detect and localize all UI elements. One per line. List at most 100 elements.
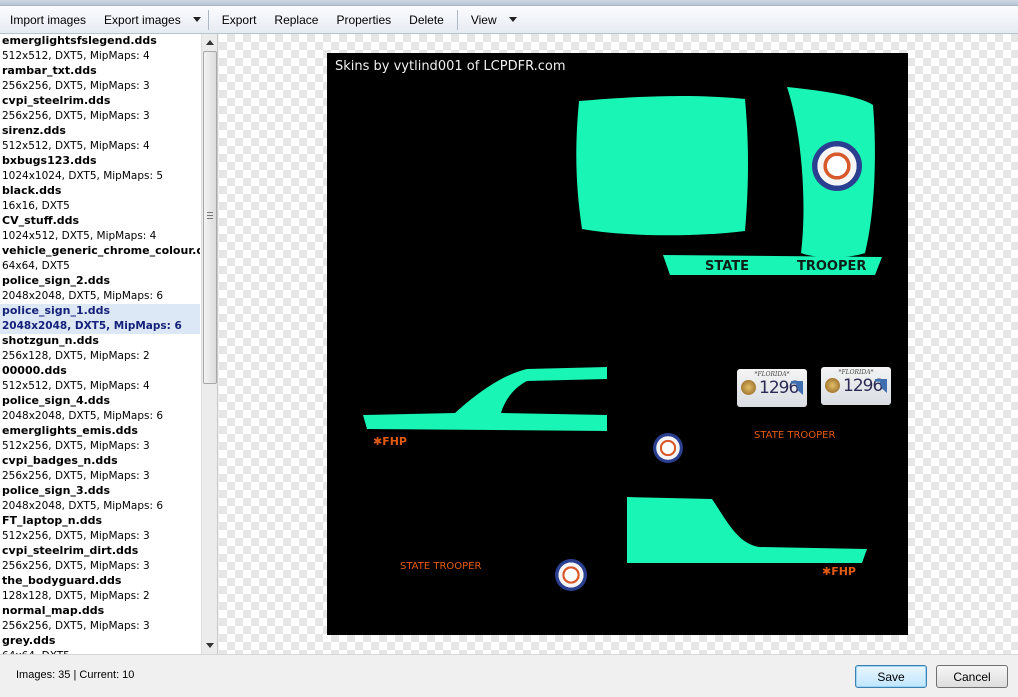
texture-list-item[interactable]: vehicle_generic_chrome_colour.dd 64x64, D… [0,244,200,274]
state-trooper-text: STATE TROOPER [400,561,482,572]
plate-state-text: *FLORIDA* [754,371,790,378]
import-images-button[interactable]: Import images [0,9,95,31]
texture-name: rambar_txt.dds [2,64,97,77]
scroll-down-button[interactable] [202,637,217,653]
texture-info: 256x256, DXT5, MipMaps: 3 [2,560,150,572]
texture-list-item[interactable]: FT_laptop_n.dds 512x256, DXT5, MipMaps: 3 [0,514,200,544]
chevron-down-icon [192,17,201,22]
texture-list-item[interactable]: police_sign_4.dds 2048x2048, DXT5, MipMap… [0,394,200,424]
texture-name: grey.dds [2,634,56,647]
texture-info: 512x256, DXT5, MipMaps: 3 [2,530,150,542]
properties-button[interactable]: Properties [327,9,400,31]
texture-list-item[interactable]: police_sign_3.dds 2048x2048, DXT5, MipMap… [0,484,200,514]
texture-list-item[interactable]: sirenz.dds 512x512, DXT5, MipMaps: 4 [0,124,200,154]
texture-list-item[interactable]: cvpi_steelrim.dds 256x256, DXT5, MipMaps:… [0,94,200,124]
texture-name: emerglights_emis.dds [2,424,138,437]
texture-name: sirenz.dds [2,124,66,137]
car-side-right-shape [627,497,867,563]
texture-list-item[interactable]: black.dds 16x16, DXT5 [0,184,200,214]
texture-list: emerglightsfslegend.dds 512x512, DXT5, Mi… [0,34,200,654]
texture-list-item[interactable]: rambar_txt.dds 256x256, DXT5, MipMaps: 3 [0,64,200,94]
trooper-badge [653,433,683,463]
texture-name: shotzgun_n.dds [2,334,99,347]
texture-name: cvpi_steelrim_dirt.dds [2,544,139,557]
texture-info: 256x256, DXT5, MipMaps: 3 [2,110,150,122]
replace-button[interactable]: Replace [265,9,327,31]
save-button[interactable]: Save [855,665,927,688]
texture-name: black.dds [2,184,62,197]
trooper-label: TROOPER [797,259,867,274]
toolbar: Import images Export images Export Repla… [0,6,1018,34]
texture-info: 512x512, DXT5, MipMaps: 4 [2,380,150,392]
texture-name: emerglightsfslegend.dds [2,34,157,47]
texture-artwork [363,87,882,563]
state-label: STATE [705,259,750,274]
delete-button[interactable]: Delete [400,9,453,31]
texture-name: police_sign_4.dds [2,394,111,407]
texture-name: cvpi_badges_n.dds [2,454,118,467]
car-side-left-shape [363,367,607,431]
view-button[interactable]: View [462,9,506,31]
texture-info: 256x256, DXT5, MipMaps: 3 [2,470,150,482]
image-count-status: Images: 35 | Current: 10 [16,669,135,681]
texture-list-item[interactable]: normal_map.dds 256x256, DXT5, MipMaps: 3 [0,604,200,634]
texture-name: vehicle_generic_chrome_colour.dd [2,244,200,257]
texture-list-item[interactable]: bxbugs123.dds 1024x1024, DXT5, MipMaps: 5 [0,154,200,184]
trooper-badge [555,559,587,591]
scroll-up-button[interactable] [202,34,217,50]
roof-panel-shape [576,95,748,236]
toolbar-separator [456,9,458,30]
texture-list-item[interactable]: police_sign_1.dds 2048x2048, DXT5, MipMap… [0,304,200,334]
texture-list-item[interactable]: police_sign_2.dds 2048x2048, DXT5, MipMap… [0,274,200,304]
texture-info: 512x256, DXT5, MipMaps: 3 [2,440,150,452]
seal-icon [741,380,756,395]
fhp-decal: ✱FHP [373,435,407,448]
texture-list-item[interactable]: the_bodyguard.dds 128x128, DXT5, MipMaps:… [0,574,200,604]
texture-list-item[interactable]: emerglightsfslegend.dds 512x512, DXT5, Mi… [0,34,200,64]
view-dropdown[interactable] [506,9,520,31]
toolbar-separator [207,9,209,30]
state-trooper-text: STATE TROOPER [754,430,836,441]
texture-image: Skins by vytlind001 of LCPDFR.com STATE … [327,53,908,635]
texture-name: cvpi_steelrim.dds [2,94,111,107]
texture-info: 2048x2048, DXT5, MipMaps: 6 [2,500,164,512]
texture-name: police_sign_3.dds [2,484,111,497]
texture-list-scrollbar[interactable] [201,34,217,654]
texture-list-item[interactable]: 00000.dds 512x512, DXT5, MipMaps: 4 [0,364,200,394]
texture-info: 512x512, DXT5, MipMaps: 4 [2,50,150,62]
texture-list-item[interactable]: cvpi_badges_n.dds 256x256, DXT5, MipMaps:… [0,454,200,484]
grip-icon [207,212,213,219]
export-images-dropdown[interactable] [190,9,204,31]
texture-info: 1024x1024, DXT5, MipMaps: 5 [2,170,164,182]
texture-preview-area: Skins by vytlind001 of LCPDFR.com STATE … [219,34,1018,654]
texture-info: 1024x512, DXT5, MipMaps: 4 [2,230,157,242]
status-bar: Images: 35 | Current: 10 Save Cancel [0,654,1018,697]
texture-name: FT_laptop_n.dds [2,514,103,527]
cancel-button[interactable]: Cancel [936,665,1008,688]
texture-name: 00000.dds [2,364,67,377]
texture-name: normal_map.dds [2,604,105,617]
texture-name: CV_stuff.dds [2,214,80,227]
texture-list-item[interactable]: emerglights_emis.dds 512x256, DXT5, MipMa… [0,424,200,454]
license-plate: *FLORIDA* 1296 [821,367,891,405]
arrow-down-icon [206,642,214,648]
plate-state-text: *FLORIDA* [838,369,874,376]
texture-name: bxbugs123.dds [2,154,97,167]
texture-list-item[interactable]: CV_stuff.dds 1024x512, DXT5, MipMaps: 4 [0,214,200,244]
texture-list-item[interactable]: cvpi_steelrim_dirt.dds 256x256, DXT5, Mip… [0,544,200,574]
texture-info: 256x128, DXT5, MipMaps: 2 [2,350,150,362]
texture-info: 64x64, DXT5 [2,260,70,272]
texture-name: the_bodyguard.dds [2,574,122,587]
texture-info: 2048x2048, DXT5, MipMaps: 6 [2,410,164,422]
seal-icon [825,378,840,393]
scrollbar-thumb[interactable] [203,51,217,384]
texture-info: 512x512, DXT5, MipMaps: 4 [2,140,150,152]
texture-list-item[interactable]: grey.dds64x64, DXT5 [0,634,200,654]
trooper-badge [812,141,862,191]
texture-info: 256x256, DXT5, MipMaps: 3 [2,620,150,632]
texture-list-item[interactable]: shotzgun_n.dds 256x128, DXT5, MipMaps: 2 [0,334,200,364]
texture-name: police_sign_2.dds [2,274,111,287]
export-images-button[interactable]: Export images [95,9,190,31]
export-button[interactable]: Export [213,9,266,31]
texture-info: 2048x2048, DXT5, MipMaps: 6 [2,290,164,302]
